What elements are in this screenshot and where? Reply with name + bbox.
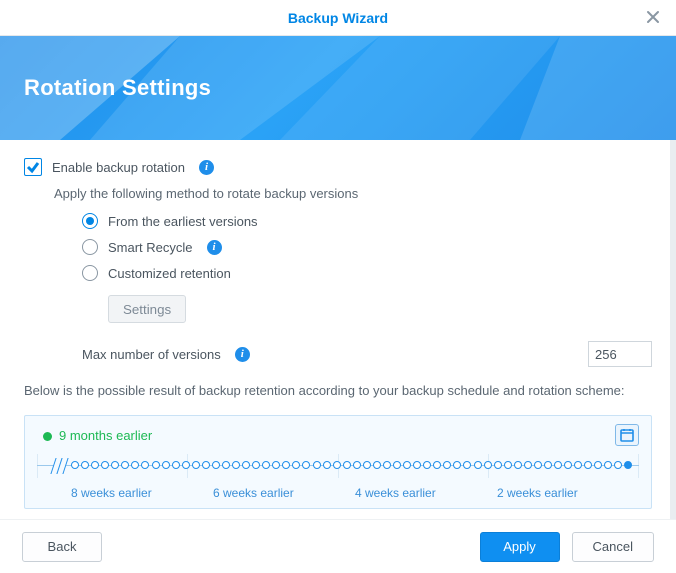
footer: Back Apply Cancel xyxy=(0,519,676,573)
radio-earliest[interactable] xyxy=(82,213,98,229)
window-title: Backup Wizard xyxy=(288,10,388,26)
customized-settings-button[interactable]: Settings xyxy=(108,295,186,323)
radio-earliest-label: From the earliest versions xyxy=(108,214,258,229)
earliest-marker-label: 9 months earlier xyxy=(59,428,152,443)
radio-smart-recycle[interactable] xyxy=(82,239,98,255)
info-icon[interactable]: i xyxy=(235,347,250,362)
retention-explain-text: Below is the possible result of backup r… xyxy=(24,381,652,401)
content-area: Enable backup rotation i Apply the follo… xyxy=(0,140,676,519)
calendar-icon[interactable] xyxy=(615,424,639,446)
version-dots xyxy=(71,461,633,469)
earliest-marker-icon xyxy=(43,432,52,441)
enable-rotation-checkbox[interactable] xyxy=(24,158,42,176)
close-icon[interactable] xyxy=(644,8,662,26)
radio-smart-label: Smart Recycle xyxy=(108,240,193,255)
info-icon[interactable]: i xyxy=(199,160,214,175)
scrollbar-track[interactable] xyxy=(670,140,676,519)
retention-timeline: 9 months earlier 8 weeks earlier 6 weeks… xyxy=(24,415,652,509)
tick-label: 8 weeks earlier xyxy=(71,486,213,500)
radio-customized[interactable] xyxy=(82,265,98,281)
apply-method-desc: Apply the following method to rotate bac… xyxy=(54,186,652,201)
wizard-header: Rotation Settings xyxy=(0,36,676,140)
radio-custom-label: Customized retention xyxy=(108,266,231,281)
enable-rotation-label: Enable backup rotation xyxy=(52,160,185,175)
cancel-button[interactable]: Cancel xyxy=(572,532,654,562)
axis-break-icon xyxy=(53,458,65,474)
titlebar: Backup Wizard xyxy=(0,0,676,36)
apply-button[interactable]: Apply xyxy=(480,532,560,562)
tick-label: 2 weeks earlier xyxy=(497,486,639,500)
back-button[interactable]: Back xyxy=(22,532,102,562)
backup-wizard-window: Backup Wizard Rotation Settings Enable b… xyxy=(0,0,676,573)
max-versions-label: Max number of versions xyxy=(82,347,221,362)
max-versions-input[interactable] xyxy=(588,341,652,367)
tick-label: 4 weeks earlier xyxy=(355,486,497,500)
page-title: Rotation Settings xyxy=(24,75,211,101)
info-icon[interactable]: i xyxy=(207,240,222,255)
tick-label: 6 weeks earlier xyxy=(213,486,355,500)
